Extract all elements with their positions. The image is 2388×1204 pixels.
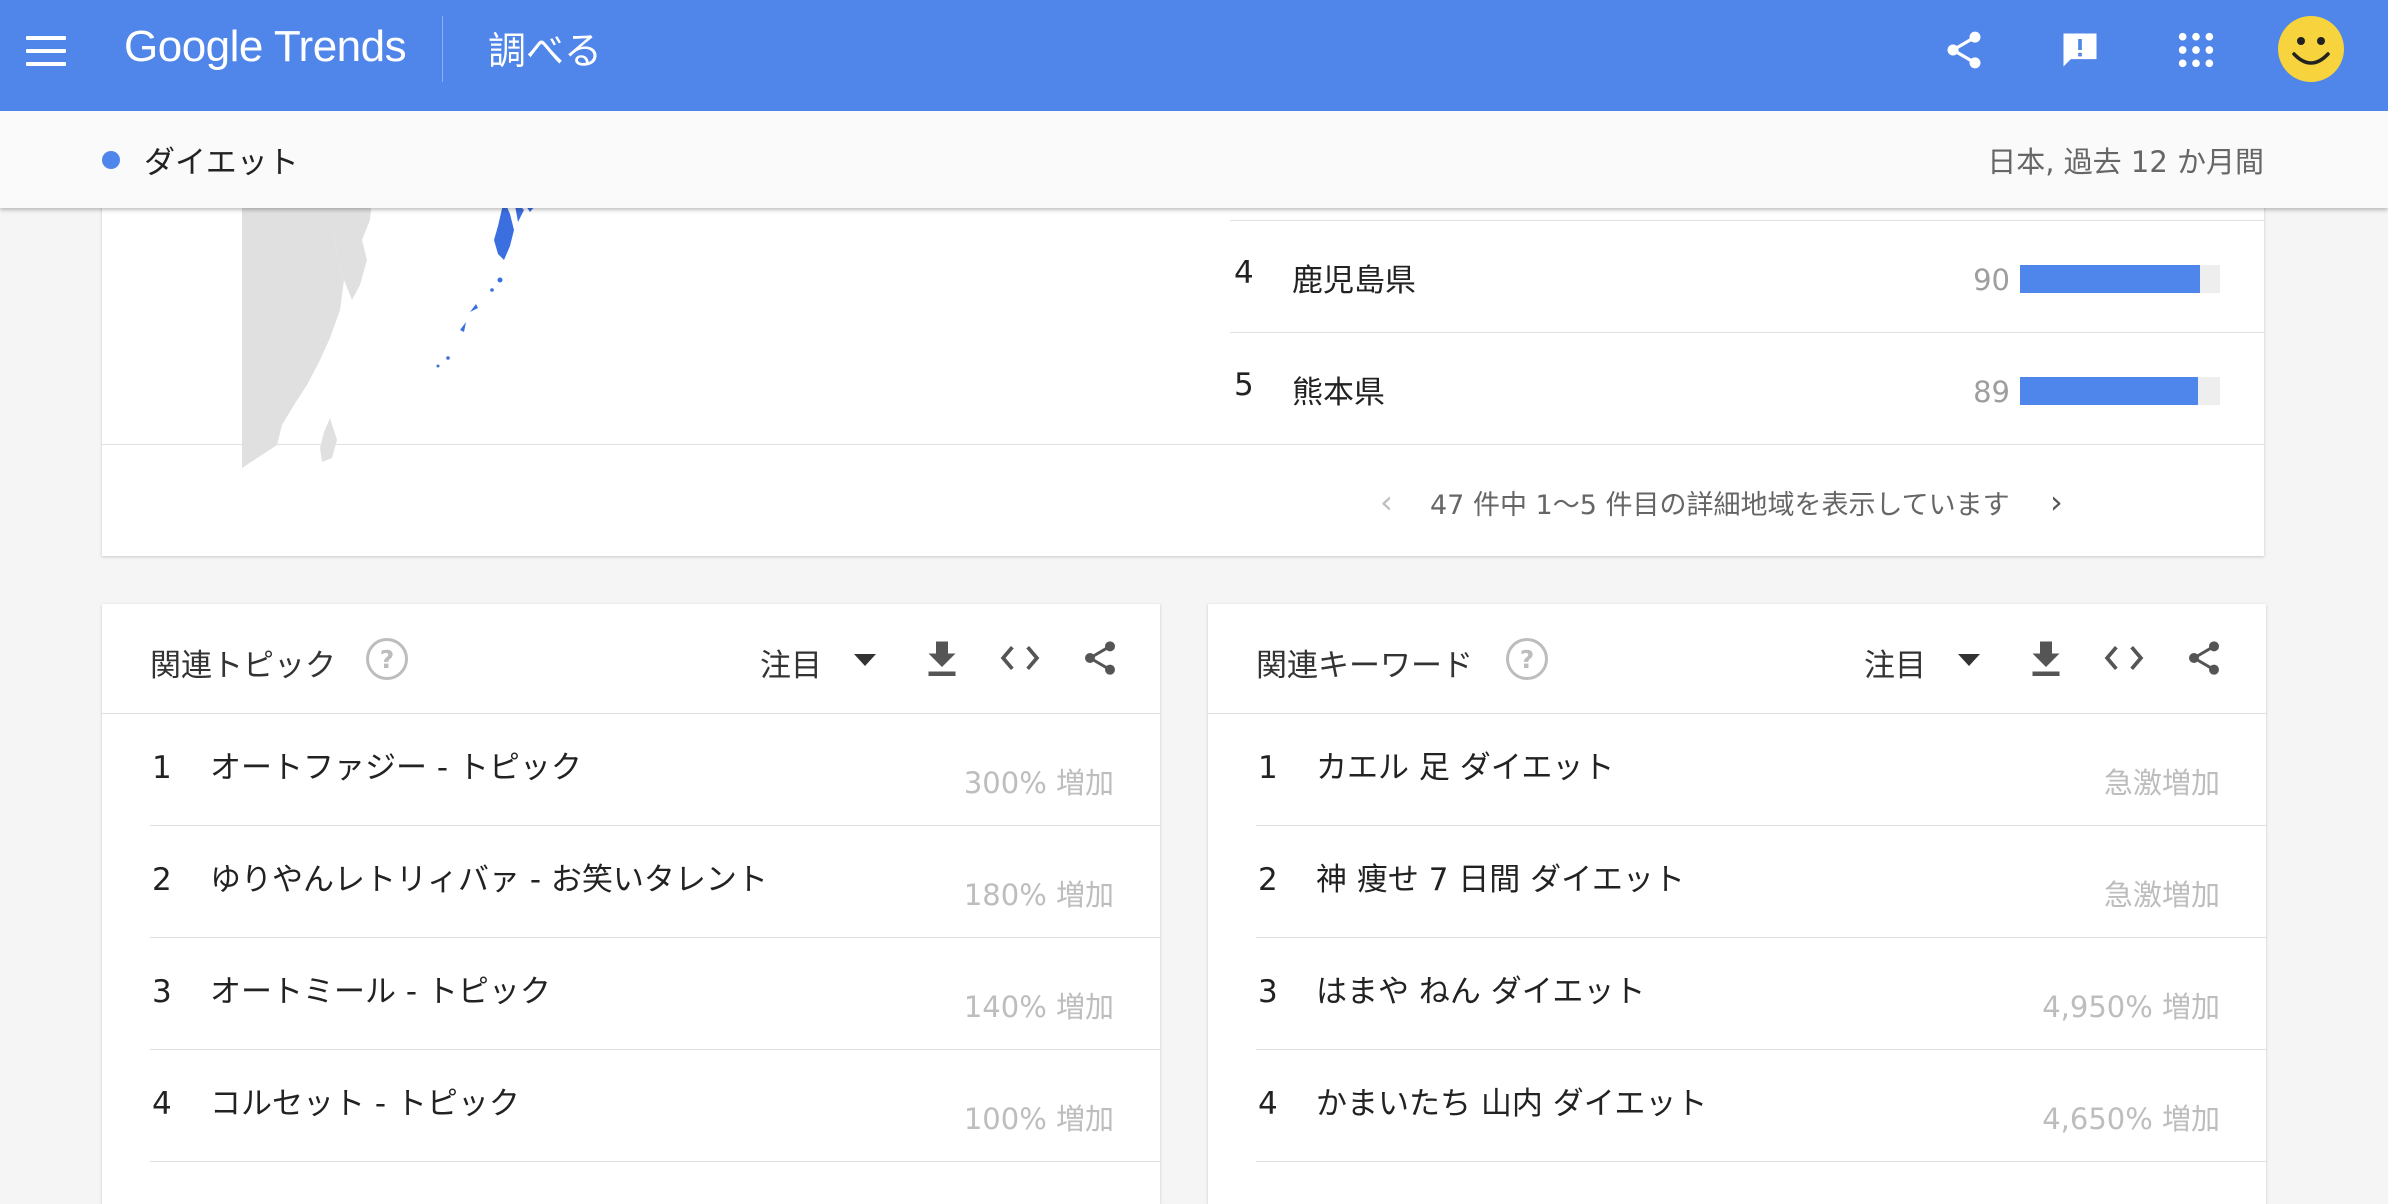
filter-dropdown-label[interactable]: 注目 (760, 640, 822, 685)
related-topics-header: 関連トピック ? 注目 (102, 604, 1160, 714)
search-term-bar: ダイエット 日本, 過去 12 か月間 (0, 111, 2388, 208)
table-row[interactable]: 3 はまや ねん ダイエット 4,950% 増加 (1256, 938, 2266, 1050)
row-value: 140% 増加 (963, 990, 1114, 1024)
region-interest-card: 4 鹿児島県 90 5 熊本県 89 ‹ 47 件中 1〜5 件目の詳細地域を表… (102, 142, 2264, 556)
apps-icon[interactable] (2168, 22, 2224, 78)
region-pagination: ‹ 47 件中 1〜5 件目の詳細地域を表示しています › (102, 444, 2264, 556)
row-rank: 3 (1258, 974, 1278, 1010)
region-name[interactable]: 熊本県 (1292, 367, 1385, 412)
embed-icon[interactable] (2102, 636, 2146, 680)
row-rank: 1 (152, 750, 172, 786)
related-queries-header: 関連キーワード ? 注目 (1208, 604, 2266, 714)
help-icon[interactable]: ? (366, 638, 408, 680)
header-divider (442, 16, 443, 82)
row-name[interactable]: はまや ねん ダイエット (1316, 966, 1645, 1011)
pagination-text: 47 件中 1〜5 件目の詳細地域を表示しています (1430, 490, 2010, 521)
region-rank: 5 (1234, 367, 1254, 403)
row-rank: 4 (1258, 1086, 1278, 1122)
row-name[interactable]: カエル 足 ダイエット (1316, 742, 1614, 787)
table-row[interactable]: 4 かまいたち 山内 ダイエット 4,650% 増加 (1256, 1050, 2266, 1162)
table-row[interactable]: 2 神 痩せ 7 日間 ダイエット 急激増加 (1256, 826, 2266, 938)
caret-down-icon[interactable] (854, 654, 876, 666)
region-bar (2020, 265, 2220, 293)
feedback-icon[interactable] (2052, 22, 2108, 78)
region-name[interactable]: 鹿児島県 (1292, 255, 1416, 300)
row-value: 100% 増加 (963, 1102, 1114, 1136)
row-rank: 4 (152, 1086, 172, 1122)
related-topics-card: 関連トピック ? 注目 1 オートファジー - トピック 300% 増加 2 ゆ… (102, 604, 1160, 1204)
download-icon[interactable] (920, 636, 964, 680)
table-row[interactable]: 1 カエル 足 ダイエット 急激増加 (1256, 714, 2266, 826)
region-value: 89 (1973, 375, 2010, 409)
region-bar (2020, 377, 2220, 405)
share-icon[interactable] (1936, 22, 1992, 78)
related-queries-title: 関連キーワード (1256, 648, 1473, 684)
row-rank: 1 (1258, 750, 1278, 786)
region-row[interactable]: 5 熊本県 89 (1230, 332, 2264, 444)
region-value: 90 (1973, 263, 2010, 297)
table-row[interactable]: 4 コルセット - トピック 100% 増加 (150, 1050, 1160, 1162)
row-name[interactable]: かまいたち 山内 ダイエット (1316, 1078, 1707, 1123)
download-icon[interactable] (2024, 636, 2068, 680)
row-value: 急激増加 (2103, 878, 2220, 912)
table-row[interactable]: 3 オートミール - トピック 140% 増加 (150, 938, 1160, 1050)
region-row[interactable]: 4 鹿児島県 90 (1230, 220, 2264, 332)
row-name[interactable]: ゆりやんレトリィバァ - お笑いタレント (210, 854, 768, 899)
google-trends-logo[interactable]: Google Trends (124, 22, 407, 72)
table-row[interactable]: 2 ゆりやんレトリィバァ - お笑いタレント 180% 増加 (150, 826, 1160, 938)
menu-icon[interactable] (26, 36, 66, 66)
avatar[interactable] (2278, 16, 2344, 82)
row-rank: 2 (152, 862, 172, 898)
row-value: 300% 増加 (963, 766, 1114, 800)
row-name[interactable]: 神 痩せ 7 日間 ダイエット (1316, 854, 1685, 899)
share-icon[interactable] (2182, 636, 2226, 680)
share-icon[interactable] (1078, 636, 1122, 680)
row-rank: 2 (1258, 862, 1278, 898)
row-value: 急激増加 (2103, 766, 2220, 800)
table-row[interactable]: 1 オートファジー - トピック 300% 増加 (150, 714, 1160, 826)
related-topics-title: 関連トピック (150, 648, 336, 684)
filter-dropdown-label[interactable]: 注目 (1864, 640, 1926, 685)
row-value: 4,650% 増加 (2042, 1102, 2220, 1136)
geo-time-scope: 日本, 過去 12 か月間 (1987, 145, 2264, 179)
region-rank: 4 (1234, 255, 1254, 291)
row-value: 4,950% 増加 (2042, 990, 2220, 1024)
related-queries-card: 関連キーワード ? 注目 1 カエル 足 ダイエット 急激増加 2 神 痩せ 7… (1208, 604, 2266, 1204)
chevron-right-icon[interactable]: › (2050, 483, 2063, 521)
row-name[interactable]: コルセット - トピック (210, 1078, 520, 1123)
region-map[interactable] (242, 200, 682, 470)
row-name[interactable]: オートファジー - トピック (210, 742, 582, 787)
term-color-dot (102, 151, 120, 169)
page-title: 調べる (488, 29, 603, 73)
caret-down-icon[interactable] (1958, 654, 1980, 666)
row-value: 180% 増加 (963, 878, 1114, 912)
chevron-left-icon[interactable]: ‹ (1380, 483, 1393, 521)
embed-icon[interactable] (998, 636, 1042, 680)
row-rank: 3 (152, 974, 172, 1010)
help-icon[interactable]: ? (1506, 638, 1548, 680)
top-app-bar: Google Trends 調べる (0, 0, 2388, 111)
row-name[interactable]: オートミール - トピック (210, 966, 551, 1011)
search-term[interactable]: ダイエット (144, 137, 299, 182)
